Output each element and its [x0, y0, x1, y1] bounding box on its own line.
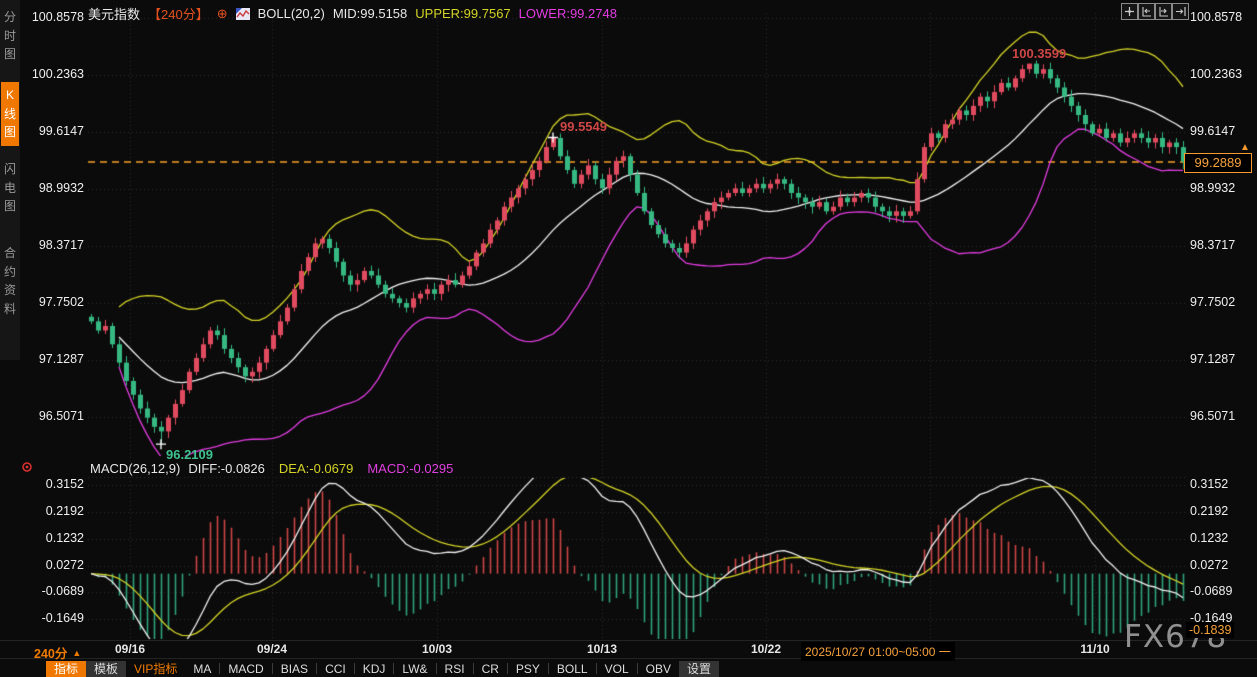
- toolbar-button-指标[interactable]: 指标: [46, 660, 87, 677]
- price-axis-label-left: 98.3717: [38, 238, 84, 252]
- price-axis-label-right: 99.6147: [1190, 124, 1236, 138]
- macd-dea-value: DEA:-0.0679: [278, 461, 354, 476]
- macd-bar-value: MACD:-0.0295: [367, 461, 454, 476]
- boll-mid-value: MID:99.5158: [332, 6, 408, 21]
- sidebar-tab-contract-info[interactable]: 合 约 资 料: [1, 240, 19, 322]
- sidebar: 分 时 图 K 线 图闪 电 图合 约 资 料: [0, 0, 20, 360]
- chart-canvas[interactable]: [0, 0, 1257, 677]
- price-axis-label-right: 100.8578: [1190, 10, 1243, 24]
- price-axis-label-right: 98.3717: [1190, 238, 1236, 252]
- sidebar-tab-kline[interactable]: K 线 图: [1, 82, 19, 146]
- toolbar-button-rsi[interactable]: RSI: [437, 661, 473, 677]
- macd-axis-label-right: -0.0689: [1190, 584, 1233, 598]
- toolbar-separator: [0, 658, 1257, 659]
- period-tag[interactable]: 【240分】: [148, 4, 209, 23]
- annotation-high: 100.3599: [1012, 46, 1067, 61]
- selected-range-label: 2025/10/27 01:00~05:00 一: [801, 642, 955, 661]
- annotation-swing-high: 99.5549: [560, 119, 607, 134]
- toolbar-button-psy[interactable]: PSY: [508, 661, 548, 677]
- macd-label[interactable]: MACD(26,12,9): [90, 461, 180, 476]
- last-price-box: 99.2889: [1184, 153, 1252, 173]
- macd-axis-label-left: 0.3152: [45, 477, 84, 491]
- date-axis-label: 10/22: [750, 642, 782, 656]
- macd-header: MACD(26,12,9) DIFF:-0.0826 DEA:-0.0679 M…: [90, 461, 453, 476]
- sidebar-tab-time-share[interactable]: 分 时 图: [1, 4, 19, 68]
- price-axis-label-right: 97.7502: [1190, 295, 1236, 309]
- price-axis-label-right: 97.1287: [1190, 352, 1236, 366]
- date-axis-label: 09/16: [114, 642, 146, 656]
- toolbar-button-macd[interactable]: MACD: [220, 661, 271, 677]
- annotation-low: 96.2109: [166, 447, 213, 462]
- macd-axis-label-left: 0.1232: [45, 531, 84, 545]
- sidebar-tab-flash[interactable]: 闪 电 图: [1, 156, 19, 220]
- toolbar-button-cci[interactable]: CCI: [317, 661, 354, 677]
- price-axis-label-right: 98.9932: [1190, 181, 1236, 195]
- toolbar-button-obv[interactable]: OBV: [638, 661, 679, 677]
- toolbar-button-ma[interactable]: MA: [185, 661, 219, 677]
- compress-left-icon[interactable]: [1138, 3, 1155, 20]
- toolbar-button-设置[interactable]: 设置: [678, 660, 719, 677]
- toolbar-button-lw&[interactable]: LW&: [394, 661, 435, 677]
- date-axis-label: 11/10: [1080, 642, 1110, 656]
- kline-mini-icon: [235, 7, 250, 20]
- date-axis-label: 09/24: [256, 642, 288, 656]
- price-axis-label-right: 100.2363: [1190, 67, 1243, 81]
- price-axis-label-right: 96.5071: [1190, 409, 1236, 423]
- price-arrow-icon: ▲: [1240, 142, 1250, 153]
- date-axis-label: 10/13: [586, 642, 618, 656]
- macd-axis-label-right: 0.0272: [1190, 558, 1229, 572]
- macd-axis-label-right: 0.2192: [1190, 504, 1229, 518]
- symbol-title: 美元指数: [88, 7, 141, 22]
- date-axis-label: 10/03: [421, 642, 453, 656]
- toolbar-button-kdj[interactable]: KDJ: [355, 661, 394, 677]
- toolbar-button-模板[interactable]: 模板: [86, 660, 127, 677]
- macd-axis-label-left: 0.0272: [45, 558, 84, 572]
- toolbar-button-boll[interactable]: BOLL: [549, 661, 596, 677]
- pan-icon[interactable]: [1121, 3, 1138, 20]
- macd-axis-label-left: 0.2192: [45, 504, 84, 518]
- macd-bottom-value: -0.1839: [1186, 622, 1235, 638]
- shift-right-icon[interactable]: [1172, 3, 1189, 20]
- price-axis-label-left: 96.5071: [38, 409, 84, 423]
- price-axis-label-left: 97.7502: [38, 295, 84, 309]
- price-axis-label-left: 97.1287: [38, 352, 84, 366]
- indicator-toolbar: 指标 模板 VIP指标 MA MACD BIAS CCI KDJ LW& RSI CR PSY BOLL…: [46, 660, 719, 677]
- macd-axis-label-right: 0.3152: [1190, 477, 1229, 491]
- price-axis-label-left: 100.8578: [31, 10, 84, 24]
- compress-right-icon[interactable]: [1155, 3, 1172, 20]
- toolbar-button-vip指标[interactable]: VIP指标: [126, 661, 185, 677]
- macd-axis-label-right: 0.1232: [1190, 531, 1229, 545]
- toolbar-button-cr[interactable]: CR: [474, 661, 507, 677]
- toolbar-button-vol[interactable]: VOL: [597, 661, 637, 677]
- price-axis-label-left: 100.2363: [31, 67, 84, 81]
- macd-axis-label-left: -0.1649: [41, 611, 84, 625]
- boll-upper-value: UPPER:99.7567: [415, 6, 511, 21]
- target-icon: [22, 462, 32, 472]
- macd-diff-value: DIFF:-0.0826: [188, 461, 265, 476]
- price-axis-label-left: 98.9932: [38, 181, 84, 195]
- boll-lower-value: LOWER:99.2748: [518, 6, 617, 21]
- price-axis-label-left: 99.6147: [38, 124, 84, 138]
- macd-axis-label-left: -0.0689: [41, 584, 84, 598]
- indicator-circle-icon[interactable]: ⊕: [217, 6, 228, 22]
- toolbar-button-bias[interactable]: BIAS: [273, 661, 316, 677]
- period-up-icon: ▲: [72, 647, 82, 658]
- chart-header: 美元指数 【240分】 ⊕ BOLL(20,2) MID:99.5158 UPP…: [88, 4, 617, 23]
- trading-app-window: 分 时 图 K 线 图闪 电 图合 约 资 料 美元指数 【240分】 ⊕ BOL…: [0, 0, 1257, 677]
- boll-label[interactable]: BOLL(20,2): [258, 6, 325, 21]
- axis-separator: [0, 640, 1257, 641]
